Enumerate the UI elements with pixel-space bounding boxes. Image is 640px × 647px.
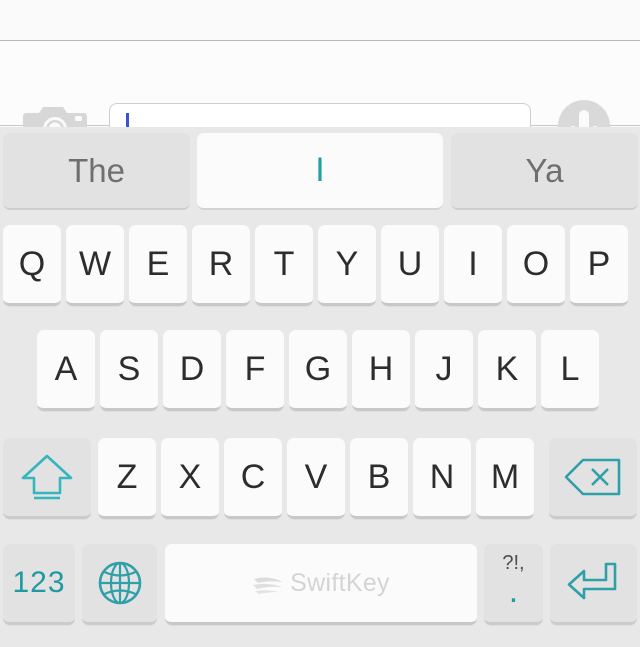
key-label: K [495,349,519,388]
suggestion-item-3[interactable]: Ya [451,133,638,210]
key-label: I [468,244,478,283]
shift-arrow-icon [21,454,73,500]
key-label: E [146,244,170,283]
compose-bar [0,42,640,156]
key-w[interactable]: W [66,225,124,306]
key-o[interactable]: O [507,225,565,306]
key-r[interactable]: R [192,225,250,306]
key-z[interactable]: Z [98,438,156,519]
suggestion-label: Ya [525,151,564,189]
keyboard-row-3: Z X C V B N M [0,438,640,524]
numbers-key[interactable]: 123 [3,544,75,625]
key-f[interactable]: F [226,330,284,411]
globe-icon [98,561,141,605]
key-a[interactable]: A [37,330,95,411]
numbers-label: 123 [12,566,66,599]
space-label: SwiftKey [290,568,390,597]
suggestion-item-2[interactable]: I [197,133,443,210]
key-b[interactable]: B [350,438,408,519]
key-label: X [178,457,202,496]
key-q[interactable]: Q [3,225,61,306]
key-label: S [117,349,141,388]
key-label: V [304,457,328,496]
key-k[interactable]: K [478,330,536,411]
key-label: L [560,349,580,388]
key-label: R [208,244,234,283]
suggestion-bar: The I Ya [0,127,640,220]
language-globe-key[interactable] [82,544,157,625]
enter-key[interactable] [550,544,637,625]
period-key[interactable]: ?!, . [484,544,543,625]
phone-screen: The I Ya Q W E R T Y U I O P A S D F G H… [0,0,640,647]
key-label: H [368,349,394,388]
key-label: C [240,457,266,496]
keyboard-row-4: 123 SwiftKey ?!, . [0,544,640,630]
keyboard-row-1: Q W E R T Y U I O P [0,225,640,311]
key-label: Q [18,244,46,283]
key-x[interactable]: X [161,438,219,519]
key-label: W [78,244,112,283]
key-u[interactable]: U [381,225,439,306]
key-s[interactable]: S [100,330,158,411]
suggestion-label: I [315,151,325,189]
key-label: N [429,457,455,496]
key-label: B [367,457,391,496]
key-e[interactable]: E [129,225,187,306]
keyboard-row-2: A S D F G H J K L [0,330,640,416]
key-label: Z [116,457,138,496]
key-label: A [54,349,78,388]
key-label: G [304,349,332,388]
swiftkey-logo-icon [253,577,284,594]
key-l[interactable]: L [541,330,599,411]
space-key[interactable]: SwiftKey [165,544,477,625]
key-g[interactable]: G [289,330,347,411]
key-label: Y [335,244,359,283]
key-m[interactable]: M [476,438,534,519]
key-label: J [435,349,453,388]
key-label: U [397,244,423,283]
app-content-area [0,0,640,41]
key-v[interactable]: V [287,438,345,519]
period-label: . [508,572,519,610]
backspace-icon [564,458,621,496]
key-label: O [522,244,550,283]
key-d[interactable]: D [163,330,221,411]
key-n[interactable]: N [413,438,471,519]
key-label: M [490,457,520,496]
key-p[interactable]: P [570,225,628,306]
key-j[interactable]: J [415,330,473,411]
key-label: D [179,349,205,388]
suggestion-item-1[interactable]: The [3,133,190,210]
backspace-key[interactable] [549,438,637,519]
key-c[interactable]: C [224,438,282,519]
key-label: T [273,244,295,283]
enter-return-icon [567,562,616,600]
swiftkey-logo: SwiftKey [252,569,390,598]
key-label: F [244,349,266,388]
key-label: P [587,244,611,283]
suggestion-label: The [68,151,125,189]
key-y[interactable]: Y [318,225,376,306]
keyboard: Q W E R T Y U I O P A S D F G H J K L Z … [0,220,640,647]
key-t[interactable]: T [255,225,313,306]
key-i[interactable]: I [444,225,502,306]
key-h[interactable]: H [352,330,410,411]
shift-key[interactable] [3,438,91,519]
